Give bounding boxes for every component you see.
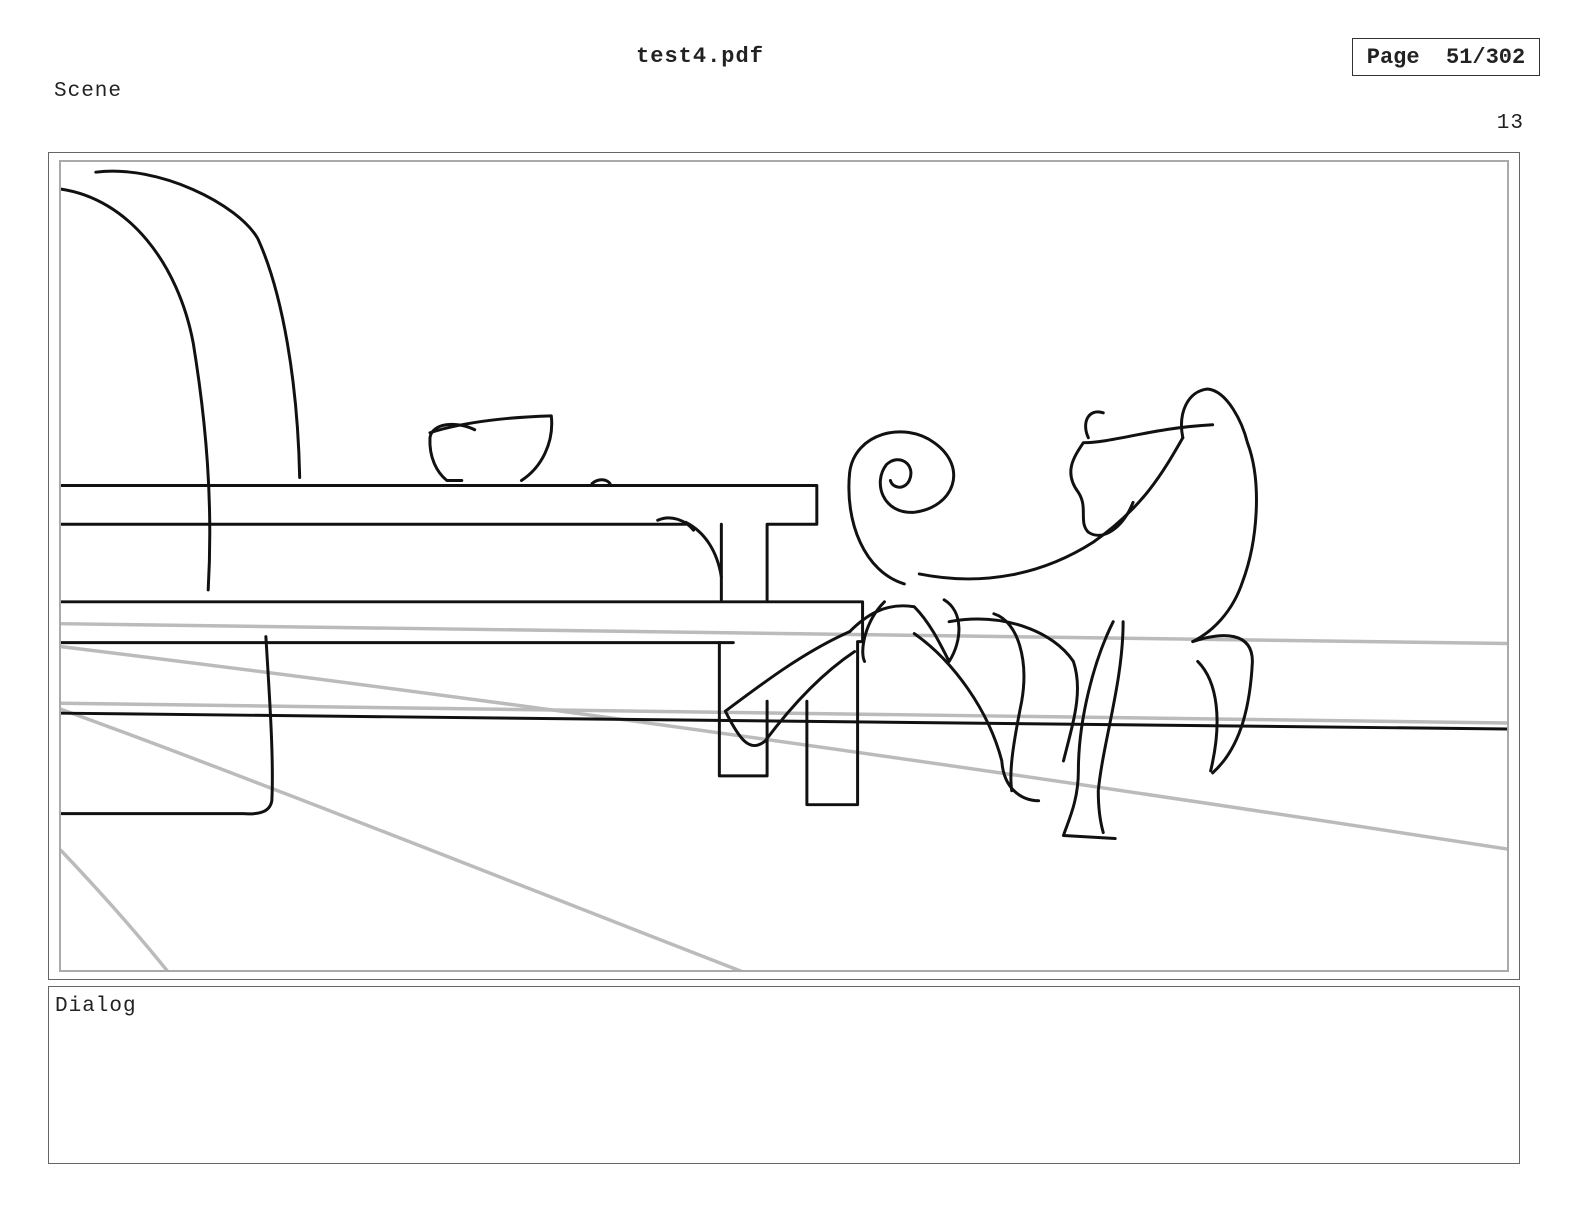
- panel-number: 13: [1496, 112, 1524, 135]
- sketch-lines: [61, 169, 1507, 840]
- page-indicator: Page 51/302: [1352, 38, 1540, 76]
- scene-label: Scene: [54, 80, 123, 103]
- dialog-label: Dialog: [55, 995, 137, 1018]
- storyboard-sketch: [61, 169, 1507, 970]
- perspective-guides: [61, 621, 1507, 970]
- storyboard-panel: [48, 152, 1520, 980]
- dog-figure: [656, 387, 1258, 840]
- storyboard-panel-inner: [59, 160, 1509, 972]
- table: [61, 483, 1507, 816]
- bowl: [428, 414, 612, 485]
- document-title: test4.pdf: [636, 44, 764, 69]
- dialog-box: Dialog: [48, 986, 1520, 1164]
- sofa-arm: [61, 169, 302, 592]
